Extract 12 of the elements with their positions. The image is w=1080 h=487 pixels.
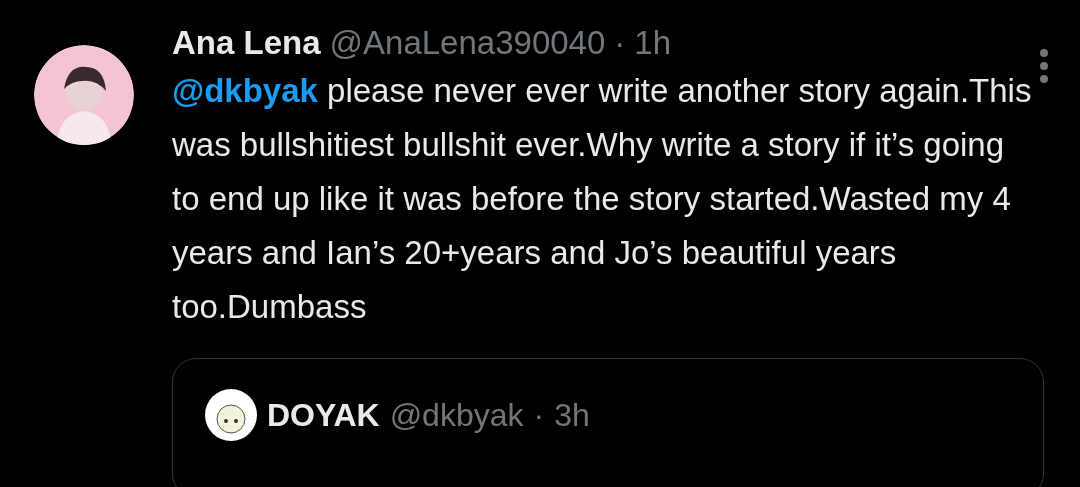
tweet-text: @dkbyak please never ever write another story again.This was bullshitiest bullshit ever.Why write a story if it’s going to end up like it was before the story started.Wasted my 4 years and Ian’s 20+years and Jo’s beautiful years too.Dumbass [172, 71, 1032, 327]
tweet-time[interactable]: 1h [634, 24, 671, 62]
author-handle[interactable]: @AnaLena390040 [329, 24, 606, 62]
more-options-icon[interactable] [1038, 48, 1050, 84]
quoted-author-name[interactable]: DOYAK [267, 396, 380, 434]
author-name[interactable]: Ana Lena [172, 24, 321, 62]
separator-dot: · [614, 24, 626, 62]
separator-dot: · [533, 396, 545, 434]
cartoon-avatar-icon[interactable] [205, 389, 257, 441]
quoted-tweet-time[interactable]: 3h [554, 396, 590, 434]
mention-link[interactable]: @dkbyak [172, 72, 318, 109]
quoted-author-handle[interactable]: @dkbyak [389, 396, 524, 434]
